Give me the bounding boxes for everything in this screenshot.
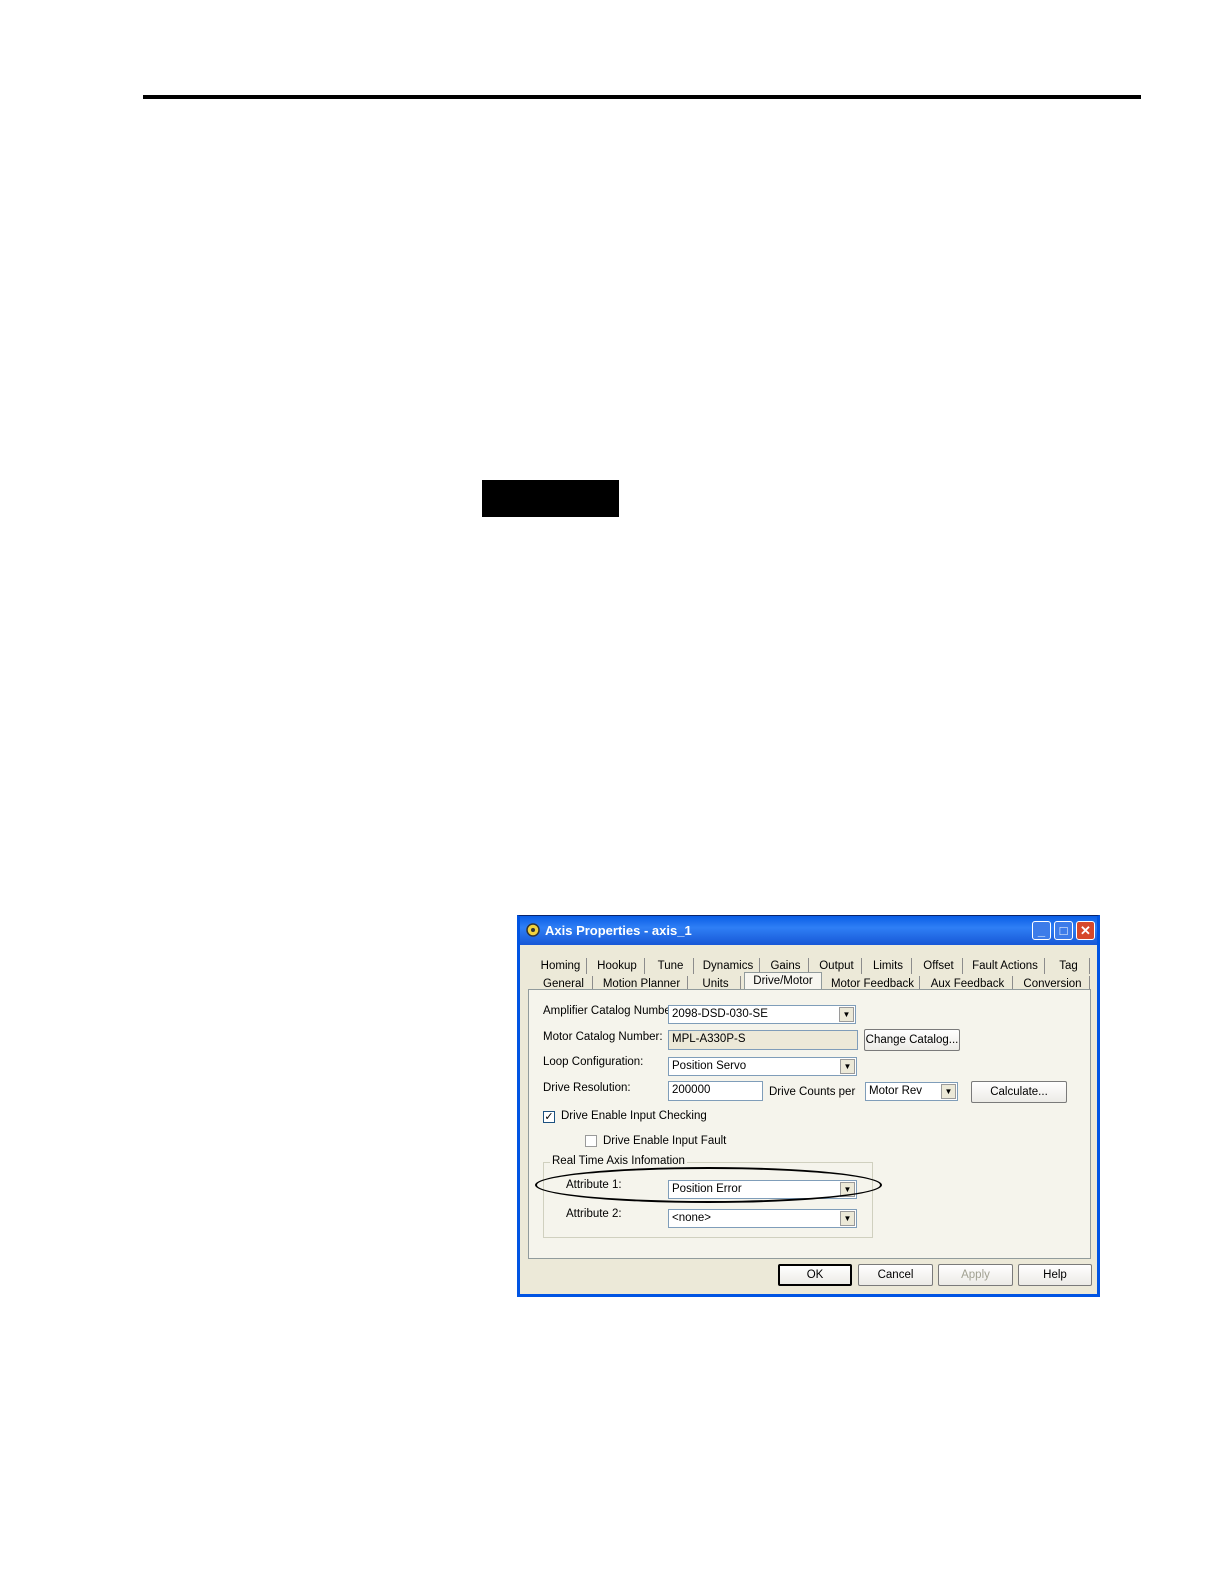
cancel-button[interactable]: Cancel <box>858 1264 933 1286</box>
close-icon[interactable]: ✕ <box>1076 921 1095 940</box>
header-rule <box>143 95 1141 99</box>
counts-per-select[interactable]: Motor Rev ▼ <box>865 1082 958 1101</box>
calculate-button[interactable]: Calculate... <box>971 1081 1067 1103</box>
attribute-2-label: Attribute 2: <box>566 1208 622 1220</box>
motor-value: MPL-A330P-S <box>672 1033 746 1045</box>
amplifier-select[interactable]: 2098-DSD-030-SE ▼ <box>668 1005 856 1024</box>
axis-app-icon <box>526 923 540 937</box>
highlight-ellipse <box>535 1167 882 1203</box>
apply-button[interactable]: Apply <box>938 1264 1013 1286</box>
loop-select[interactable]: Position Servo ▼ <box>668 1057 857 1076</box>
resolution-value: 200000 <box>672 1084 711 1096</box>
tab-offset[interactable]: Offset <box>915 958 963 974</box>
enable-checking-label: Drive Enable Input Checking <box>561 1110 707 1122</box>
enable-fault-checkbox[interactable] <box>585 1135 597 1147</box>
chevron-down-icon[interactable]: ▼ <box>840 1211 855 1226</box>
attribute-2-value: <none> <box>672 1212 712 1224</box>
chevron-down-icon[interactable]: ▼ <box>839 1007 854 1022</box>
group-title: Real Time Axis Infomation <box>550 1155 687 1167</box>
change-catalog-button[interactable]: Change Catalog... <box>864 1029 960 1051</box>
amplifier-label: Amplifier Catalog Number: <box>543 1005 678 1017</box>
enable-checking-checkbox[interactable]: ✓ <box>543 1111 555 1123</box>
minimize-icon[interactable]: _ <box>1032 921 1051 940</box>
tab-homing[interactable]: Homing <box>535 958 587 974</box>
redacted-label-box <box>482 480 619 517</box>
counts-per-value: Motor Rev <box>869 1085 923 1097</box>
maximize-icon[interactable]: □ <box>1054 921 1073 940</box>
tab-tag[interactable]: Tag <box>1048 958 1090 974</box>
chevron-down-icon[interactable]: ▼ <box>941 1084 956 1099</box>
amplifier-value: 2098-DSD-030-SE <box>672 1008 768 1020</box>
attribute-2-select[interactable]: <none> ▼ <box>668 1209 857 1228</box>
tab-fault-actions[interactable]: Fault Actions <box>966 958 1045 974</box>
ok-button[interactable]: OK <box>778 1264 852 1286</box>
title-bar[interactable]: Axis Properties - axis_1 _ □ ✕ <box>520 916 1097 945</box>
resolution-label: Drive Resolution: <box>543 1082 631 1094</box>
resolution-input[interactable]: 200000 <box>668 1081 763 1101</box>
motor-field: MPL-A330P-S <box>668 1030 858 1050</box>
tab-tune[interactable]: Tune <box>648 958 694 974</box>
motor-label: Motor Catalog Number: <box>543 1031 663 1043</box>
tab-hookup[interactable]: Hookup <box>590 958 645 974</box>
loop-value: Position Servo <box>672 1060 747 1072</box>
loop-label: Loop Configuration: <box>543 1056 644 1068</box>
counts-per-label: Drive Counts per <box>769 1086 856 1098</box>
axis-properties-dialog: Axis Properties - axis_1 _ □ ✕ Homing Ho… <box>517 915 1100 1297</box>
enable-fault-label: Drive Enable Input Fault <box>603 1135 727 1147</box>
chevron-down-icon[interactable]: ▼ <box>840 1059 855 1074</box>
dialog-title: Axis Properties - axis_1 <box>545 923 692 938</box>
drive-motor-panel: Amplifier Catalog Number: 2098-DSD-030-S… <box>528 989 1091 1259</box>
help-button[interactable]: Help <box>1018 1264 1092 1286</box>
tab-limits[interactable]: Limits <box>865 958 912 974</box>
